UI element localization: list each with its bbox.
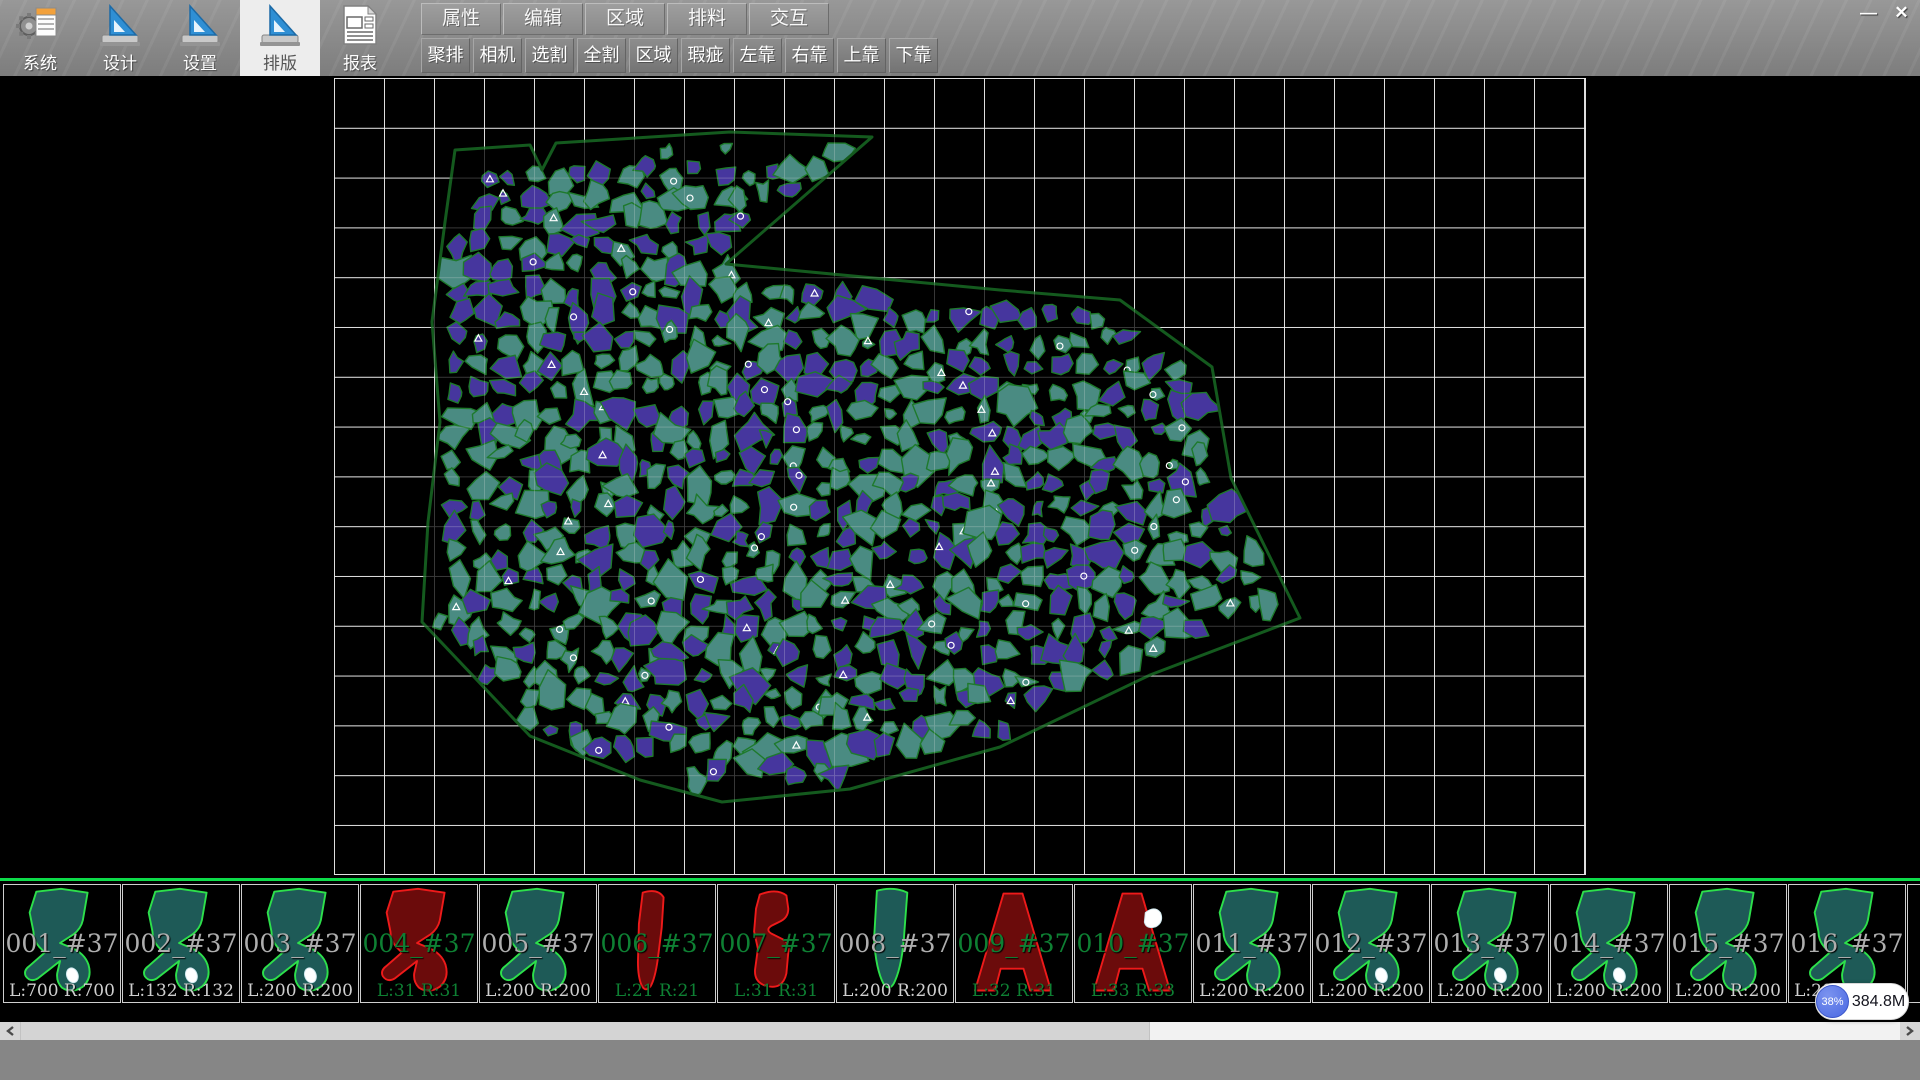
piece-id-label: 004_#37 [361, 929, 477, 958]
piece-id-label: 001_#37 [4, 929, 120, 958]
piece-thumbnail-strip: 001_#37L:700 R:700002_#37L:132 R:132003_… [0, 878, 1920, 1005]
piece-lr-count: L:200 R:200 [1670, 981, 1786, 1001]
nav-item-system-gear[interactable]: 系统 [0, 0, 80, 76]
piece-lr-count: L:700 R:700 [4, 981, 120, 1001]
system-gear-icon [14, 2, 66, 48]
nav-item-label: 系统 [23, 49, 57, 74]
leather-hide-layout [0, 76, 1920, 878]
piece-thumbnail[interactable]: 015_#37 L:200 R:200 [1669, 884, 1787, 1003]
nav-item-design-ruler[interactable]: 设计 [80, 0, 160, 76]
nav-item-nesting-ruler[interactable]: 排版 [240, 0, 320, 76]
minimize-button[interactable]: — [1852, 0, 1885, 26]
piece-lr-count: L:21 R:21 [599, 981, 715, 1001]
nesting-ruler-icon [254, 2, 306, 48]
piece-lr-count: L:200 R:200 [1551, 981, 1667, 1001]
menu-tab[interactable]: 交互 [749, 3, 829, 35]
window-footer [0, 1040, 1920, 1080]
piece-lr-count: L:33 R:33 [1075, 981, 1191, 1001]
piece-thumbnail[interactable]: 011_#37 L:200 R:200 [1193, 884, 1311, 1003]
nesting-canvas[interactable] [0, 76, 1920, 878]
chevron-left-icon [6, 1026, 14, 1036]
piece-thumbnail[interactable]: 007_#37 L:31 R:31 [717, 884, 835, 1003]
piece-lr-count: L:132 R:132 [123, 981, 239, 1001]
piece-thumbnail[interactable]: 004_#37 L:31 R:31 [360, 884, 478, 1003]
piece-lr-count: L:200 R:200 [837, 981, 953, 1001]
piece-lr-count: L:32 R:31 [956, 981, 1072, 1001]
piece-thumbnail[interactable]: 009_#37 L:32 R:31 [955, 884, 1073, 1003]
tool-button[interactable]: 选割 [525, 38, 574, 73]
settings-ruler-icon [174, 2, 226, 48]
status-badge: 38% 384.8M [1815, 983, 1909, 1020]
piece-id-label: 011_#37 [1194, 929, 1310, 958]
design-ruler-icon [94, 2, 146, 48]
piece-id-label: 016_#37 [1789, 929, 1905, 958]
application-window: 系统设计设置排版报表 属性编辑区域排料交互 聚排相机选割全割区域瑕疵左靠右靠上靠… [0, 0, 1920, 1080]
close-button[interactable]: ✕ [1885, 0, 1918, 26]
nav-item-report-doc[interactable]: 报表 [320, 0, 400, 76]
horizontal-scrollbar[interactable] [0, 1022, 1920, 1040]
report-doc-icon [334, 2, 386, 48]
nav-item-label: 排版 [263, 49, 297, 74]
piece-thumbnail[interactable]: 002_#37 L:132 R:132 [122, 884, 240, 1003]
piece-lr-count: L:200 R:200 [1194, 981, 1310, 1001]
titlebar: 系统设计设置排版报表 属性编辑区域排料交互 聚排相机选割全割区域瑕疵左靠右靠上靠… [0, 0, 1920, 76]
piece-lr-count: L:200 R:200 [1432, 981, 1548, 1001]
piece-thumbnail[interactable]: 006_#37 L:21 R:21 [598, 884, 716, 1003]
tool-button[interactable]: 聚排 [421, 38, 470, 73]
piece-id-label: 008_#37 [837, 929, 953, 958]
menu-tab[interactable]: 编辑 [503, 3, 583, 35]
piece-id-label: 003_#37 [242, 929, 358, 958]
tool-button[interactable]: 全割 [577, 38, 626, 73]
main-nav-toolbar: 系统 设计 设置 排版 报表 [0, 0, 400, 76]
piece-id-label: 014_#37 [1551, 929, 1667, 958]
piece-id-label: 010_#37 [1075, 929, 1191, 958]
nav-item-label: 设计 [103, 49, 137, 74]
piece-thumbnail[interactable]: 013_#37 L:200 R:200 [1431, 884, 1549, 1003]
tool-button[interactable]: 瑕疵 [681, 38, 730, 73]
piece-id-label: 006_#37 [599, 929, 715, 958]
piece-thumbnail[interactable]: 008_#37 L:200 R:200 [836, 884, 954, 1003]
scrollbar-thumb[interactable] [20, 1022, 1150, 1040]
piece-thumbnail[interactable]: 001_#37 L:700 R:700 [3, 884, 121, 1003]
piece-id-label: 009_#37 [956, 929, 1072, 958]
nav-item-label: 报表 [343, 49, 377, 74]
tool-button[interactable]: 右靠 [785, 38, 834, 73]
progress-circle: 38% [1816, 985, 1849, 1018]
window-controls: — ✕ [1852, 0, 1918, 26]
scroll-right-button[interactable] [1900, 1022, 1920, 1040]
piece-thumbnail[interactable]: 012_#37 L:200 R:200 [1312, 884, 1430, 1003]
piece-lr-count: L:31 R:31 [361, 981, 477, 1001]
menu-tab[interactable]: 排料 [667, 3, 747, 35]
menu-tab[interactable]: 区域 [585, 3, 665, 35]
nav-item-settings-ruler[interactable]: 设置 [160, 0, 240, 76]
menu-tab[interactable]: 属性 [421, 3, 501, 35]
tool-button[interactable]: 区域 [629, 38, 678, 73]
piece-lr-count: L:200 R:200 [480, 981, 596, 1001]
tool-button[interactable]: 下靠 [889, 38, 938, 73]
tool-button[interactable]: 左靠 [733, 38, 782, 73]
piece-id-label: 007_#37 [718, 929, 834, 958]
piece-thumbnail[interactable]: 005_#37 L:200 R:200 [479, 884, 597, 1003]
piece-thumbnail[interactable] [1907, 884, 1920, 1003]
piece-lr-count: L:31 R:31 [718, 981, 834, 1001]
piece-id-label: 005_#37 [480, 929, 596, 958]
piece-thumbnail[interactable]: 003_#37 L:200 R:200 [241, 884, 359, 1003]
chevron-right-icon [1906, 1026, 1914, 1036]
piece-id-label: 002_#37 [123, 929, 239, 958]
memory-usage-label: 384.8M [1849, 993, 1908, 1011]
tool-button-row: 聚排相机选割全割区域瑕疵左靠右靠上靠下靠 [421, 38, 941, 73]
menu-tab-row: 属性编辑区域排料交互 [421, 3, 831, 35]
tool-button[interactable]: 相机 [473, 38, 522, 73]
piece-id-label: 015_#37 [1670, 929, 1786, 958]
piece-thumbnail[interactable]: 010_#37 L:33 R:33 [1074, 884, 1192, 1003]
nav-item-label: 设置 [183, 49, 217, 74]
piece-lr-count: L:200 R:200 [242, 981, 358, 1001]
piece-id-label: 013_#37 [1432, 929, 1548, 958]
scroll-left-button[interactable] [0, 1022, 20, 1040]
piece-thumbnail[interactable]: 014_#37 L:200 R:200 [1550, 884, 1668, 1003]
piece-lr-count: L:200 R:200 [1313, 981, 1429, 1001]
tool-button[interactable]: 上靠 [837, 38, 886, 73]
piece-id-label: 012_#37 [1313, 929, 1429, 958]
